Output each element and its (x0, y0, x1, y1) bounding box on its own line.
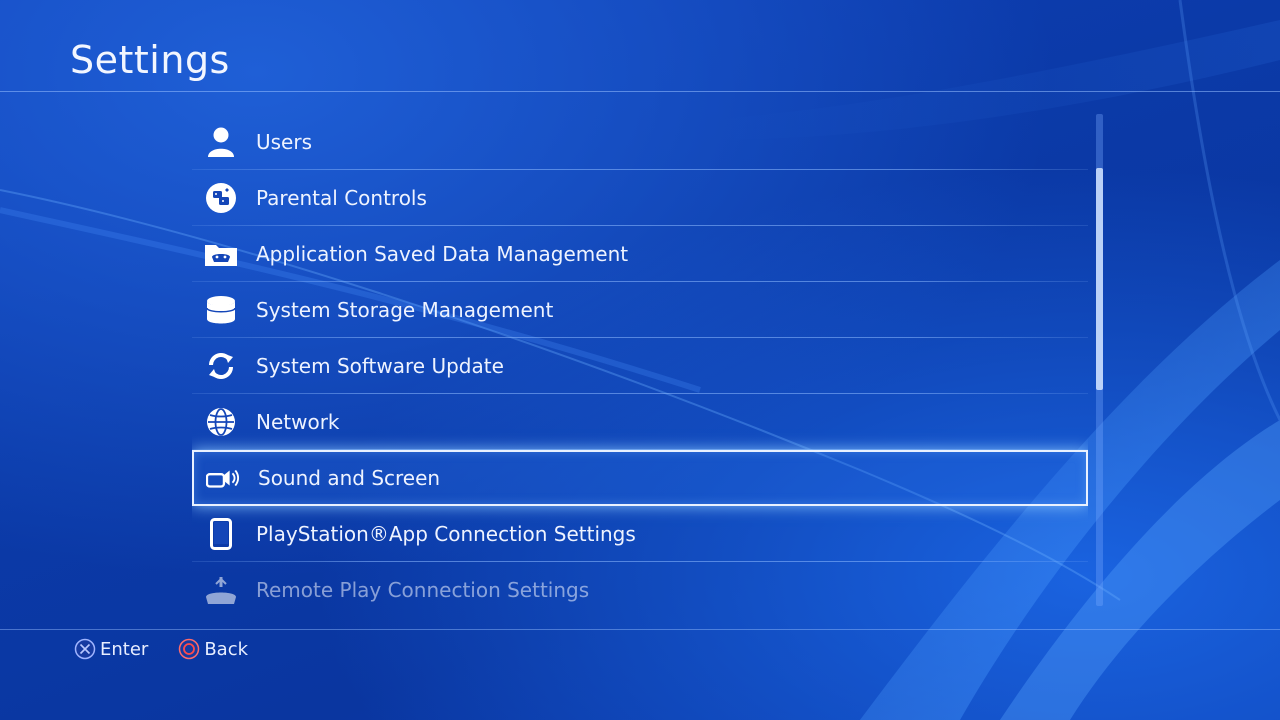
menu-item-storage[interactable]: System Storage Management (192, 282, 1088, 338)
enter-label: Enter (100, 638, 149, 660)
user-icon (204, 125, 238, 159)
globe-icon (204, 405, 238, 439)
cross-button-icon (74, 638, 96, 660)
menu-item-label: Sound and Screen (258, 466, 441, 490)
menu-item-label: Application Saved Data Management (256, 242, 629, 266)
back-label: Back (204, 638, 249, 660)
circle-button-icon (179, 638, 200, 660)
scrollbar[interactable] (1096, 114, 1103, 606)
menu-item-saved-data[interactable]: Application Saved Data Management (192, 226, 1088, 282)
menu-item-remote-play[interactable]: Remote Play Connection Settings (192, 562, 1088, 606)
menu-item-parental-controls[interactable]: Parental Controls (192, 170, 1088, 226)
saved-data-icon (204, 237, 238, 271)
sound-screen-icon (206, 461, 240, 495)
footer-divider (0, 629, 1280, 630)
update-icon (204, 349, 238, 383)
menu-item-sound-and-screen[interactable]: Sound and Screen (192, 450, 1088, 506)
settings-list: Users Parental Controls Application Save… (192, 114, 1088, 606)
menu-item-software-update[interactable]: System Software Update (192, 338, 1088, 394)
menu-item-network[interactable]: Network (192, 394, 1088, 450)
button-hints: Enter Back (74, 637, 278, 661)
menu-item-label: System Software Update (256, 354, 504, 378)
header-divider (0, 91, 1280, 92)
scrollbar-thumb[interactable] (1096, 168, 1103, 390)
parental-controls-icon (204, 181, 238, 215)
menu-item-label: PlayStation®App Connection Settings (256, 522, 636, 546)
menu-item-label: Parental Controls (256, 186, 427, 210)
menu-item-users[interactable]: Users (192, 114, 1088, 170)
menu-item-label: Users (256, 130, 313, 154)
menu-item-label: System Storage Management (256, 298, 554, 322)
phone-icon (204, 517, 238, 551)
back-hint[interactable]: Back (178, 638, 248, 660)
menu-item-label: Remote Play Connection Settings (256, 578, 590, 602)
storage-icon (204, 293, 238, 327)
menu-item-label: Network (256, 410, 340, 434)
enter-hint[interactable]: Enter (74, 638, 148, 660)
menu-item-playstation-app[interactable]: PlayStation®App Connection Settings (192, 506, 1088, 562)
remote-play-icon (204, 573, 238, 606)
page-title: Settings (70, 38, 230, 82)
